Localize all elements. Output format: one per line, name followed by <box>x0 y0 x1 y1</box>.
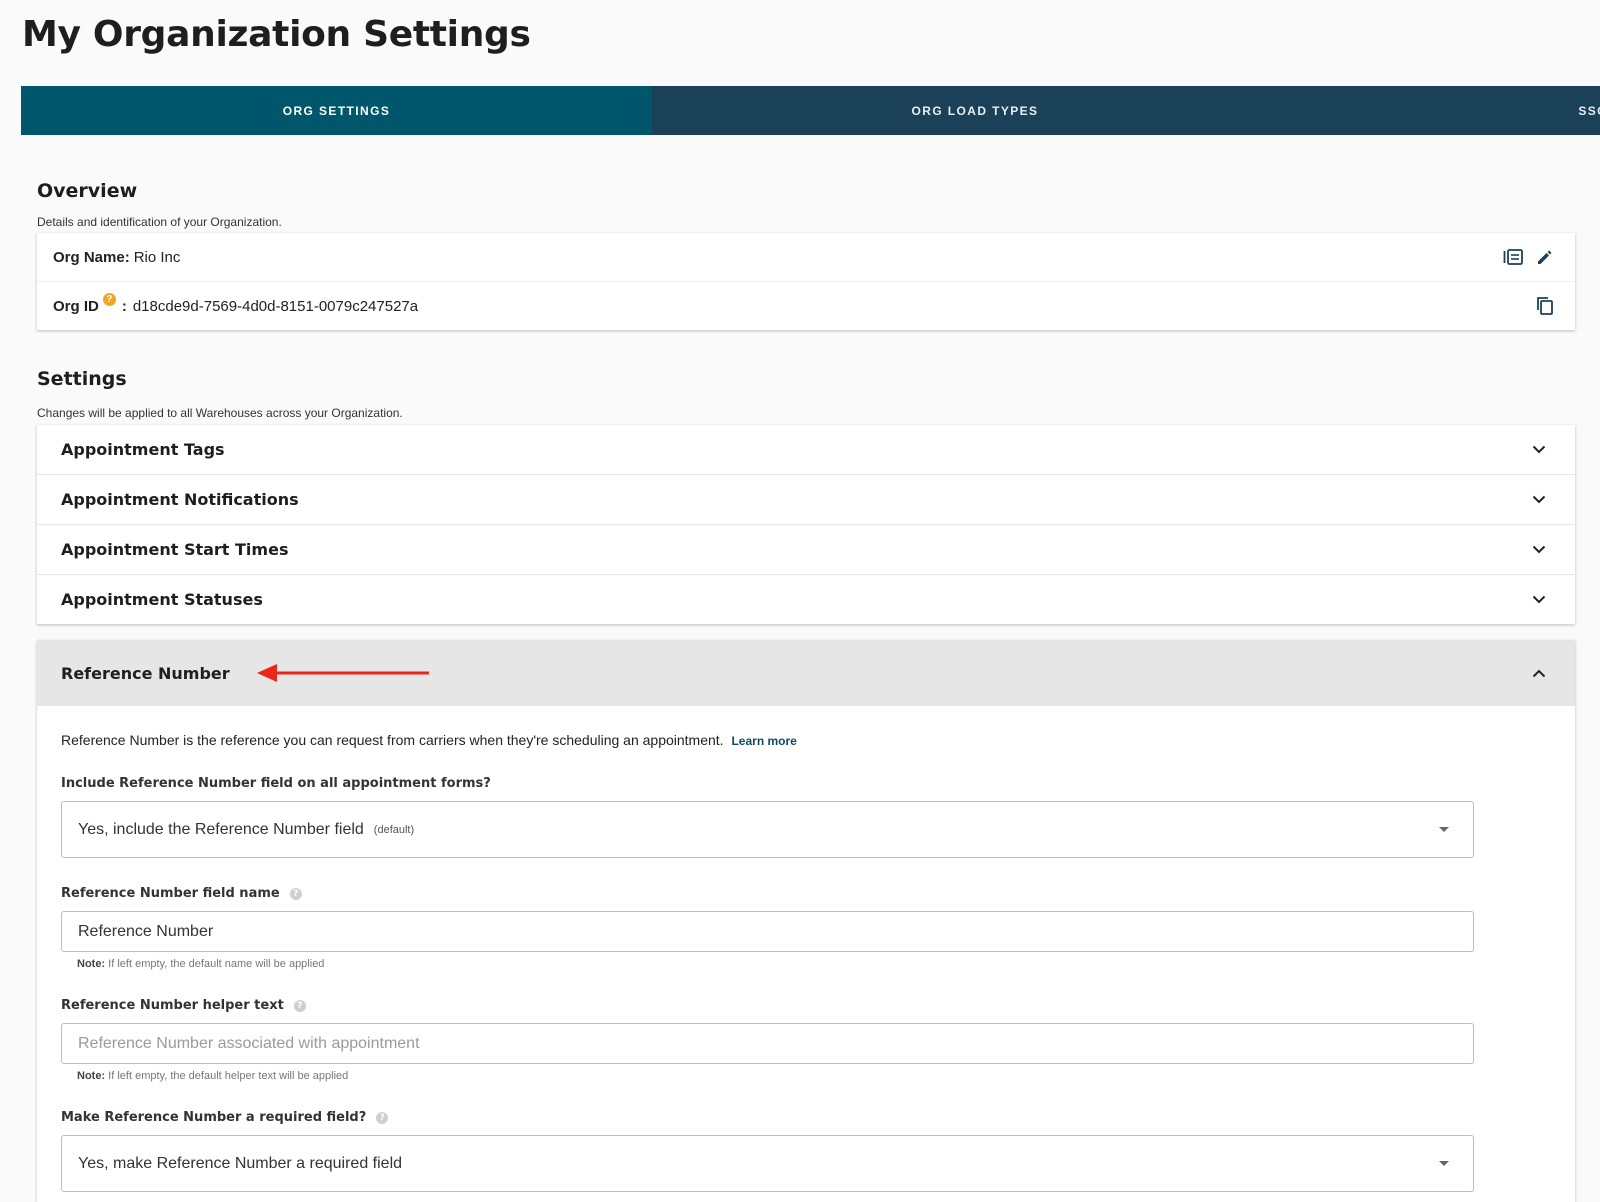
accordion-label: Appointment Notifications <box>61 490 299 509</box>
helper-text-label-text: Reference Number helper text <box>61 998 284 1013</box>
chevron-down-icon <box>1527 438 1551 462</box>
tab-bar: ORG SETTINGS ORG LOAD TYPES SSO S <box>21 86 1600 135</box>
helper-text-placeholder: Reference Number associated with appoint… <box>78 1034 420 1052</box>
tab-sso-label: SSO S <box>1578 103 1600 118</box>
annotation-arrow <box>257 664 429 682</box>
overview-title: Overview <box>37 180 138 202</box>
accordion-appointment-tags[interactable]: Appointment Tags <box>37 425 1575 475</box>
tab-org-settings[interactable]: ORG SETTINGS <box>21 86 652 135</box>
org-id-value: d18cde9d-7569-4d0d-8151-0079c247527a <box>132 297 419 315</box>
overview-subtitle: Details and identification of your Organ… <box>37 215 282 229</box>
default-tag: (default) <box>373 823 415 836</box>
accordion-label: Appointment Tags <box>61 440 225 459</box>
accordion-label: Appointment Start Times <box>61 540 289 559</box>
field-name-note: Note: If left empty, the default name wi… <box>77 958 1551 970</box>
required-field-select[interactable]: Yes, make Reference Number a required fi… <box>61 1135 1474 1192</box>
required-field-label: Make Reference Number a required field? … <box>61 1110 1551 1125</box>
include-field-label-text: Include Reference Number field on all ap… <box>61 776 491 791</box>
include-field-label: Include Reference Number field on all ap… <box>61 776 1551 791</box>
page-title: My Organization Settings <box>22 14 531 55</box>
chevron-up-icon <box>1527 661 1551 685</box>
note-label: Note: <box>77 1070 106 1082</box>
tab-sso[interactable]: SSO S <box>1298 86 1600 135</box>
field-name-value: Reference Number <box>78 922 214 940</box>
org-name-label: Org Name: <box>53 248 130 266</box>
include-field-select[interactable]: Yes, include the Reference Number field … <box>61 801 1474 858</box>
required-field-label-text: Make Reference Number a required field? <box>61 1110 367 1125</box>
org-id-separator: : <box>121 297 127 315</box>
accordion-appointment-statuses[interactable]: Appointment Statuses <box>37 575 1575 624</box>
settings-title: Settings <box>37 368 127 390</box>
note-text: If left empty, the default name will be … <box>108 958 325 970</box>
note-label: Note: <box>77 958 106 970</box>
org-name-value: Rio Inc <box>133 248 181 266</box>
note-text: If left empty, the default helper text w… <box>108 1070 349 1082</box>
accordion-label: Reference Number <box>61 663 230 683</box>
help-icon[interactable]: ? <box>376 1111 389 1124</box>
chevron-down-icon <box>1527 488 1551 512</box>
help-icon[interactable]: ? <box>102 292 116 306</box>
reference-number-body: Reference Number is the reference you ca… <box>37 706 1575 1202</box>
dropdown-arrow-icon <box>1439 827 1449 832</box>
learn-more-link[interactable]: Learn more <box>731 734 796 748</box>
org-name-row: Org Name: Rio Inc <box>37 233 1575 282</box>
include-field-value: Yes, include the Reference Number field <box>78 820 364 838</box>
required-field-value: Yes, make Reference Number a required fi… <box>78 1154 403 1172</box>
org-id-label: Org ID <box>53 297 99 315</box>
field-name-label-text: Reference Number field name <box>61 886 280 901</box>
helper-text-note: Note: If left empty, the default helper … <box>77 1070 1551 1082</box>
accordion-label: Appointment Statuses <box>61 590 263 609</box>
reference-number-panel: Reference Number Reference Number is the… <box>37 640 1575 1202</box>
field-name-label: Reference Number field name ? <box>61 886 1551 901</box>
reference-description-text: Reference Number is the reference you ca… <box>61 732 724 748</box>
pencil-icon[interactable] <box>1531 243 1559 271</box>
settings-subtitle: Changes will be applied to all Warehouse… <box>37 406 403 420</box>
tab-org-load-types[interactable]: ORG LOAD TYPES <box>652 86 1298 135</box>
help-icon[interactable]: ? <box>293 999 306 1012</box>
helper-text-input[interactable]: Reference Number associated with appoint… <box>61 1023 1474 1064</box>
dropdown-arrow-icon <box>1439 1161 1449 1166</box>
list-edit-icon[interactable] <box>1499 243 1527 271</box>
settings-accordion: Appointment Tags Appointment Notificatio… <box>37 425 1575 624</box>
helper-text-label: Reference Number helper text ? <box>61 998 1551 1013</box>
help-icon[interactable]: ? <box>289 887 302 900</box>
copy-icon[interactable] <box>1531 292 1559 320</box>
chevron-down-icon <box>1527 588 1551 612</box>
reference-description: Reference Number is the reference you ca… <box>61 732 1551 748</box>
org-id-row: Org ID ? : d18cde9d-7569-4d0d-8151-0079c… <box>37 282 1575 330</box>
accordion-reference-number[interactable]: Reference Number <box>37 640 1575 706</box>
chevron-down-icon <box>1527 538 1551 562</box>
accordion-appointment-start-times[interactable]: Appointment Start Times <box>37 525 1575 575</box>
accordion-appointment-notifications[interactable]: Appointment Notifications <box>37 475 1575 525</box>
overview-card: Org Name: Rio Inc Org ID ? : d18cde9d-75… <box>37 233 1575 330</box>
field-name-input[interactable]: Reference Number <box>61 911 1474 952</box>
